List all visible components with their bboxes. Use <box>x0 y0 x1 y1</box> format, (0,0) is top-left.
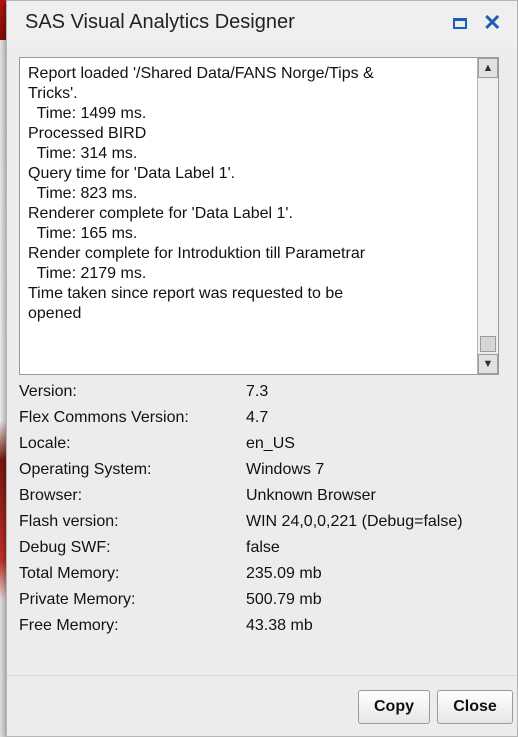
log-line: Processed BIRD <box>28 125 147 142</box>
log-line: Time: 823 ms. <box>28 185 138 202</box>
dialog-footer: Copy Close <box>7 675 517 736</box>
info-label: Operating System: <box>19 461 152 478</box>
log-line: Time: 314 ms. <box>28 145 138 162</box>
info-row: Version: 7.3 <box>19 379 515 405</box>
info-row: Flash version: WIN 24,0,0,221 (Debug=fals… <box>19 509 515 535</box>
scroll-up-icon[interactable]: ▲ <box>478 58 498 78</box>
about-dialog: SAS Visual Analytics Designer ✕ Report l… <box>6 0 518 737</box>
log-line: Time: 1499 ms. <box>28 105 147 122</box>
log-line: Time: 165 ms. <box>28 225 138 242</box>
scroll-down-icon[interactable]: ▼ <box>478 354 498 374</box>
info-row: Free Memory: 43.38 mb <box>19 613 515 639</box>
system-info: Version: 7.3 Flex Commons Version: 4.7 Local… <box>19 379 515 639</box>
log-text: Report loaded '/Shared Data/FANS Norge/T… <box>28 64 484 324</box>
info-row: Private Memory: 500.79 mb <box>19 587 515 613</box>
log-line: opened <box>28 305 82 322</box>
close-icon[interactable]: ✕ <box>483 9 501 37</box>
log-line: Time taken since report was requested to… <box>28 285 344 302</box>
dialog-titlebar[interactable]: SAS Visual Analytics Designer ✕ <box>7 1 517 47</box>
info-label: Locale: <box>19 435 71 452</box>
info-label: Free Memory: <box>19 617 119 634</box>
log-line: Report loaded '/Shared Data/FANS Norge/T… <box>28 65 374 82</box>
info-label: Flex Commons Version: <box>19 409 189 426</box>
log-line: Query time for 'Data Label 1'. <box>28 165 236 182</box>
info-label: Total Memory: <box>19 565 120 582</box>
log-textarea[interactable]: Report loaded '/Shared Data/FANS Norge/T… <box>19 57 499 375</box>
info-value: Windows 7 <box>246 461 325 478</box>
info-value: 43.38 mb <box>246 617 313 634</box>
log-line: Tricks'. <box>28 85 78 102</box>
info-label: Debug SWF: <box>19 539 111 556</box>
close-button[interactable]: Close <box>437 690 513 724</box>
info-value: en_US <box>246 435 295 452</box>
info-row: Flex Commons Version: 4.7 <box>19 405 515 431</box>
copy-button[interactable]: Copy <box>358 690 430 724</box>
log-line: Render complete for Introduktion till Pa… <box>28 245 366 262</box>
info-value: 7.3 <box>246 383 269 400</box>
log-scrollbar[interactable]: ▲ ▼ <box>477 58 498 374</box>
info-row: Locale: en_US <box>19 431 515 457</box>
info-label: Version: <box>19 383 77 400</box>
info-value: Unknown Browser <box>246 487 376 504</box>
info-row: Total Memory: 235.09 mb <box>19 561 515 587</box>
info-value: false <box>246 539 280 556</box>
info-value: WIN 24,0,0,221 (Debug=false) <box>246 513 463 530</box>
log-line: Renderer complete for 'Data Label 1'. <box>28 205 293 222</box>
info-value: 235.09 mb <box>246 565 322 582</box>
log-line: Time: 2179 ms. <box>28 265 147 282</box>
info-value: 4.7 <box>246 409 269 426</box>
dialog-title: SAS Visual Analytics Designer <box>25 11 295 33</box>
info-label: Private Memory: <box>19 591 136 608</box>
info-value: 500.79 mb <box>246 591 322 608</box>
info-row: Debug SWF: false <box>19 535 515 561</box>
info-row: Operating System: Windows 7 <box>19 457 515 483</box>
scrollbar-thumb[interactable] <box>480 336 496 352</box>
maximize-icon[interactable] <box>453 18 467 29</box>
info-label: Browser: <box>19 487 83 504</box>
info-label: Flash version: <box>19 513 119 530</box>
info-row: Browser: Unknown Browser <box>19 483 515 509</box>
